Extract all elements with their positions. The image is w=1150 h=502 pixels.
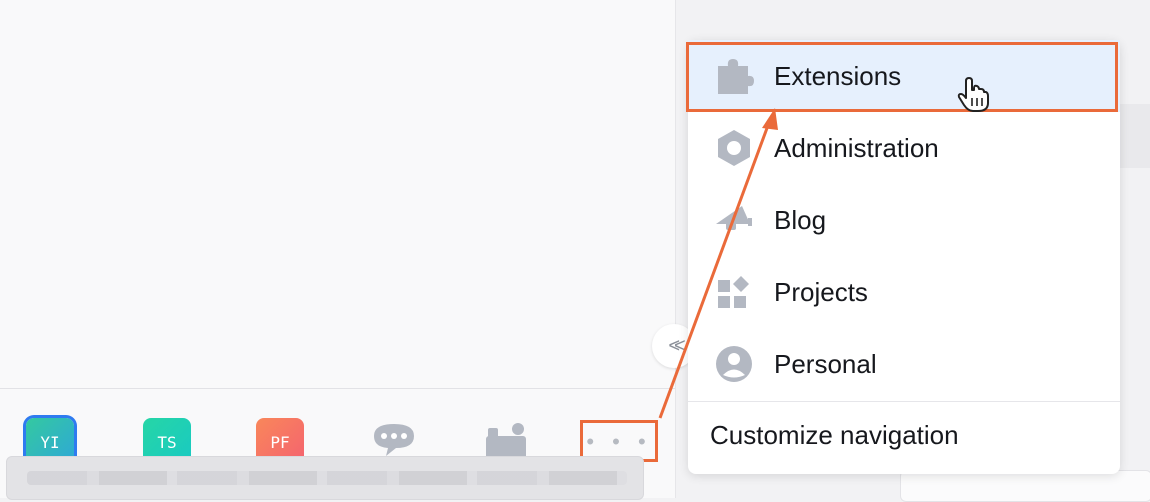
customize-navigation-link[interactable]: Customize navigation [710, 420, 959, 451]
menu-item-label: Administration [774, 132, 939, 163]
user-avatar-icon [714, 344, 754, 384]
megaphone-icon [714, 200, 754, 240]
grid-shapes-icon [714, 272, 754, 312]
menu-item-label: Projects [774, 276, 868, 307]
menu-item-administration[interactable]: Administration [688, 112, 1120, 184]
hand-cursor-icon [956, 76, 990, 114]
puzzle-icon [714, 56, 754, 96]
menu-item-projects[interactable]: Projects [688, 256, 1120, 328]
menu-item-personal[interactable]: Personal [688, 328, 1120, 400]
menu-item-label: Extensions [774, 60, 902, 91]
bottom-divider [0, 388, 675, 389]
blurred-text [27, 471, 627, 485]
menu-divider [688, 401, 1120, 402]
blurred-status-bar [6, 456, 644, 500]
menu-item-label: Personal [774, 348, 877, 379]
left-panel [0, 0, 676, 498]
right-panel-bottom-box [900, 470, 1150, 502]
menu-item-extensions[interactable]: Extensions [688, 40, 1120, 112]
menu-item-label: Blog [774, 204, 827, 235]
hexagon-nut-icon [714, 128, 754, 168]
navigation-menu: Extensions Administration Blog Projects … [688, 40, 1120, 474]
menu-item-blog[interactable]: Blog [688, 184, 1120, 256]
